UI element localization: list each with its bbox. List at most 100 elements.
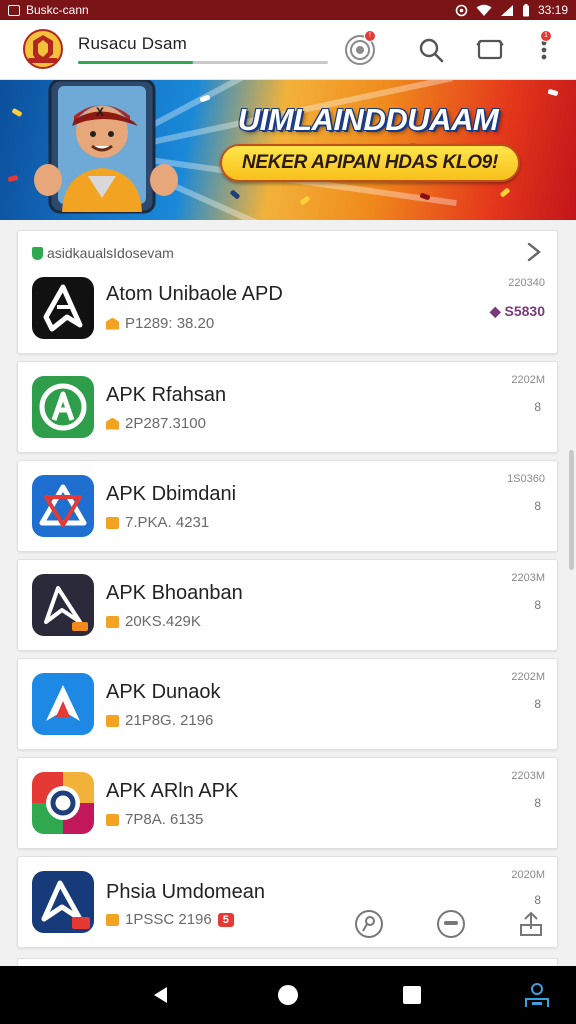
search-field[interactable]: Rusacu Dsam <box>78 34 328 66</box>
box-icon <box>106 813 119 826</box>
app-date: 1S0360 <box>507 473 545 485</box>
box-icon <box>106 714 119 727</box>
face-icon[interactable] <box>436 909 466 939</box>
app-meta: 2P287.3100 <box>106 415 206 432</box>
recents-icon <box>403 986 421 1004</box>
share-icon[interactable] <box>516 909 546 939</box>
app-name: APK Bhoanban <box>106 582 243 604</box>
home-button[interactable] <box>276 983 300 1007</box>
status-time: 33:19 <box>537 3 568 17</box>
menu-button[interactable]: 1 <box>526 30 562 68</box>
app-meta-text: 7.PKA. 4231 <box>125 514 210 531</box>
app-meta-text: 7P8A. 6135 <box>125 811 204 828</box>
accessibility-button[interactable] <box>522 983 552 1007</box>
battery-icon <box>522 3 529 16</box>
target-button[interactable]: ! <box>342 30 378 68</box>
list-item[interactable]: APK Rfahsan 2P287.3100 2202M 8 <box>17 361 558 453</box>
app-meta-text: 21P8G. 2196 <box>125 712 214 729</box>
app-name: APK Dunaok <box>106 681 221 703</box>
cast-icon <box>476 39 504 60</box>
box-icon <box>106 615 119 628</box>
list-item[interactable]: APK ARln APK 7P8A. 6135 2203M 8 <box>17 757 558 849</box>
back-button[interactable] <box>148 983 172 1007</box>
app-side-mark: 8 <box>534 796 541 810</box>
sync-icon <box>455 4 468 16</box>
back-icon <box>154 987 167 1003</box>
app-price-text: S5830 <box>504 303 545 319</box>
emblem-logo[interactable] <box>22 28 64 70</box>
gift-icon <box>106 417 119 430</box>
status-left-text: Buskc-cann <box>26 3 89 17</box>
search-text: Rusacu Dsam <box>78 34 187 53</box>
chevron-right-icon[interactable] <box>523 241 545 263</box>
app-meta-text: P1289: 38.20 <box>125 315 215 332</box>
system-nav-bar <box>0 966 576 1024</box>
gift-icon <box>106 317 119 330</box>
app-meta-text: 1PSSC 2196 <box>125 911 212 928</box>
home-icon <box>278 985 298 1005</box>
recents-button[interactable] <box>400 983 424 1007</box>
app-meta: P1289: 38.20 <box>106 315 214 332</box>
app-meta: 7.PKA. 4231 <box>106 514 209 531</box>
app-meta: 7P8A. 6135 <box>106 811 203 828</box>
wifi-icon <box>476 4 492 16</box>
app-date: 2020M <box>511 869 545 881</box>
list-item[interactable]: APK Dbimdani 7.PKA. 4231 1S0360 8 <box>17 460 558 552</box>
notification-badge: ! <box>364 30 376 42</box>
app-meta-text: 2P287.3100 <box>125 415 206 432</box>
app-date: 2202M <box>511 671 545 683</box>
banner-subtitle-pill: NEKER APIPAN HDAS KLO9! <box>220 144 520 182</box>
app-price: ◆ S5830 <box>490 303 545 320</box>
box-icon <box>106 516 119 529</box>
app-date: 2203M <box>511 770 545 782</box>
app-meta-text: 20KS.429K <box>125 613 201 630</box>
list-item[interactable]: APK Dunaok 21P8G. 2196 2202M 8 <box>17 658 558 750</box>
box-icon <box>106 913 119 926</box>
kite-logo-black-icon <box>32 277 94 339</box>
signal-icon <box>500 4 513 16</box>
mascot-illustration: X <box>34 80 178 214</box>
app-name: Phsia Umdomean <box>106 881 265 903</box>
app-side-mark: 8 <box>534 499 541 513</box>
cast-button[interactable] <box>472 32 508 68</box>
status-bar: Buskc-cann 33:19 <box>0 0 576 20</box>
app-side-mark: 8 <box>534 400 541 414</box>
section-header: asidkaualsIdosevam <box>32 245 174 261</box>
app-meta: 21P8G. 2196 <box>106 712 213 729</box>
pin-icon[interactable] <box>354 909 384 939</box>
diamond-icon: ◆ <box>489 303 501 319</box>
kite-logo-blue-red-icon <box>32 475 94 537</box>
search-icon <box>419 38 444 63</box>
app-meta: 20KS.429K <box>106 613 201 630</box>
list-item[interactable]: asidkaualsIdosevam Atom Unibaole APD P12… <box>17 230 558 354</box>
svg-text:X: X <box>96 105 104 119</box>
app-side-mark: 8 <box>534 893 541 907</box>
list-item[interactable]: Phsia Umdomean 1PSSC 2196 5 2020M 8 <box>17 856 558 948</box>
scrollbar[interactable] <box>569 450 574 570</box>
list-item-peek <box>17 958 558 966</box>
list-item[interactable]: APK Bhoanban 20KS.429K 2203M 8 <box>17 559 558 651</box>
kite-logo-navy-icon <box>32 871 94 933</box>
kite-logo-green-icon <box>32 376 94 438</box>
menu-badge: 1 <box>540 30 552 42</box>
promo-banner[interactable]: X UIMLAINDDUAAM INDANESIA NEKER APIPAN H… <box>0 80 576 220</box>
search-button[interactable] <box>413 32 449 68</box>
ring-logo-multicolor-icon <box>32 772 94 834</box>
app-header: Rusacu Dsam ! 1 <box>0 20 576 80</box>
app-date: 2203M <box>511 572 545 584</box>
app-name: APK Rfahsan <box>106 384 227 406</box>
search-progress-bar <box>78 61 328 64</box>
section-title: asidkaualsIdosevam <box>47 245 174 261</box>
app-name: APK ARln APK <box>106 780 239 802</box>
app-name: APK Dbimdani <box>106 483 237 505</box>
shield-icon <box>32 246 43 260</box>
app-tag: 5 <box>217 912 234 927</box>
banner-subtitle: NEKER APIPAN HDAS KLO9! <box>242 152 498 173</box>
app-meta: 1PSSC 2196 5 <box>106 911 234 928</box>
accessibility-icon <box>525 983 549 1007</box>
kite-logo-blue-icon <box>32 673 94 735</box>
app-date: 2202M <box>511 374 545 386</box>
app-name: Atom Unibaole APD <box>106 283 283 305</box>
app-side-mark: 8 <box>534 598 541 612</box>
app-side-mark: 8 <box>534 697 541 711</box>
